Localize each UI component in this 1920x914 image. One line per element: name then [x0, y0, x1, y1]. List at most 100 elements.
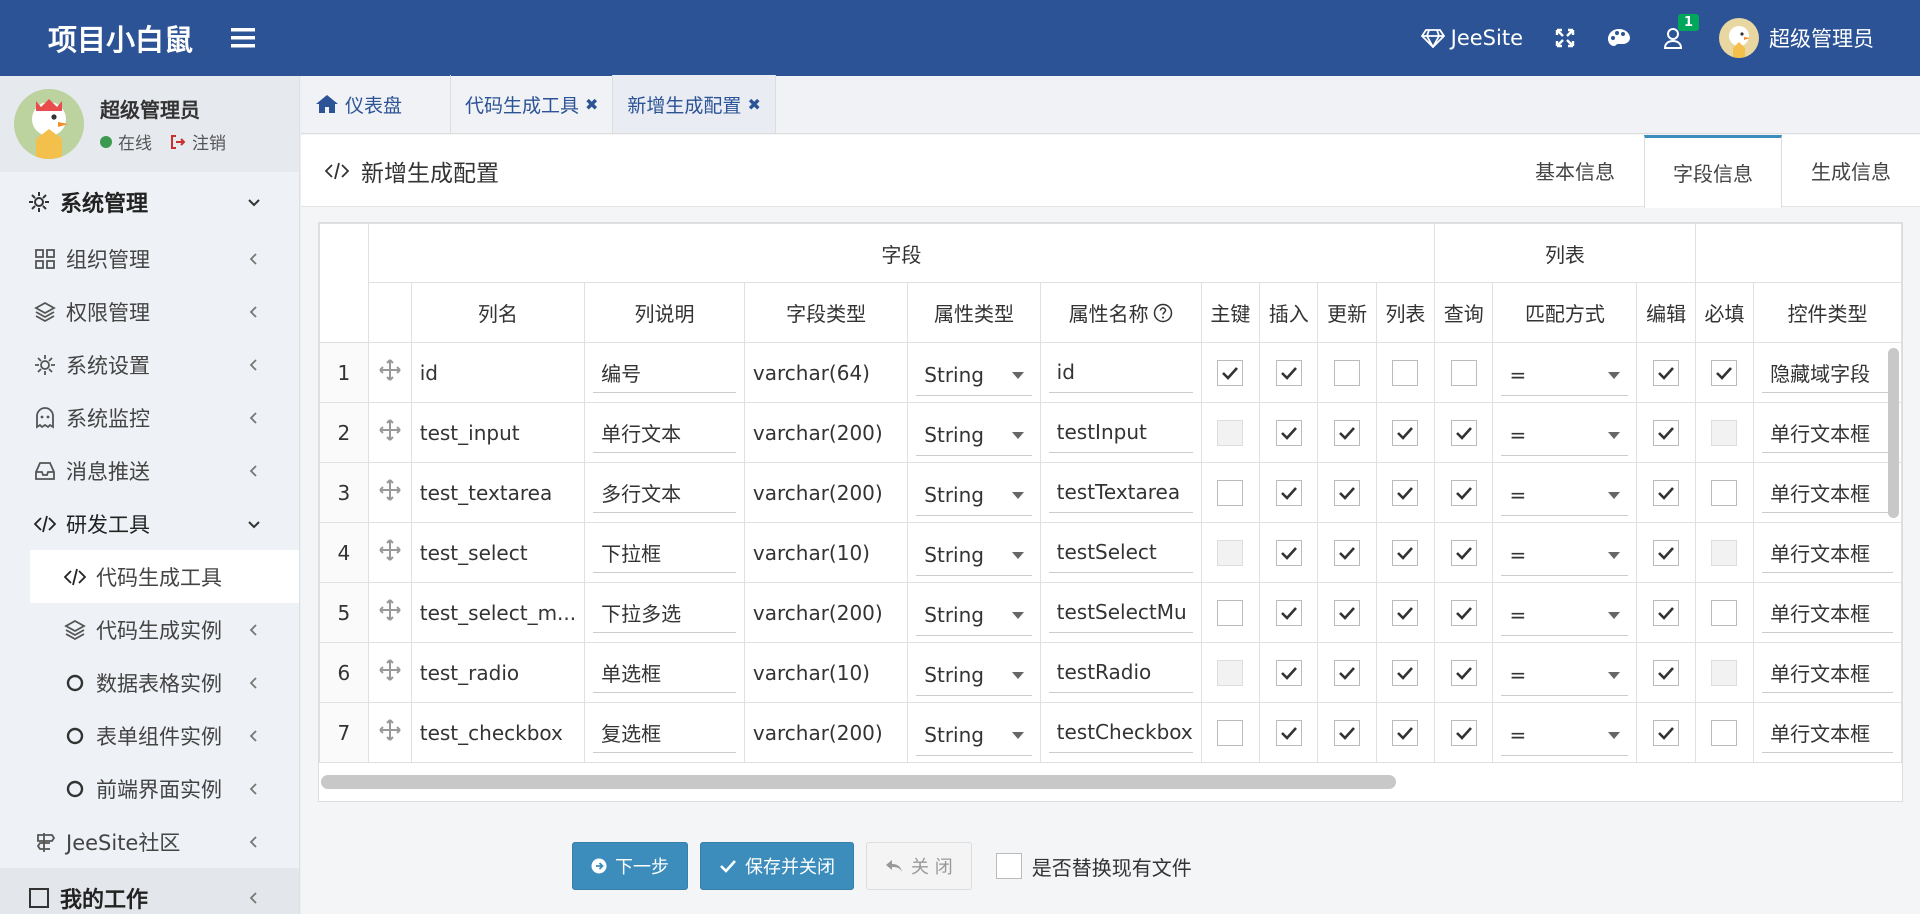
required-checkbox[interactable]: [1711, 479, 1738, 506]
table-row[interactable]: 4 test_select 下拉框 varchar(10) String testSele…: [319, 522, 1902, 583]
sidebar-item-table-example[interactable]: 数据表格实例: [0, 656, 299, 709]
attr-name-input[interactable]: testRadio: [1048, 653, 1193, 693]
match-select[interactable]: =: [1501, 656, 1629, 696]
edit-checkbox[interactable]: [1653, 599, 1680, 626]
update-checkbox[interactable]: [1334, 359, 1361, 386]
comment-input[interactable]: 下拉多选: [593, 593, 736, 633]
update-checkbox[interactable]: [1334, 599, 1361, 626]
pk-checkbox[interactable]: [1217, 659, 1244, 686]
comment-input[interactable]: 多行文本: [593, 473, 736, 513]
pk-checkbox[interactable]: [1217, 539, 1244, 566]
table-row[interactable]: 6 test_radio 单选框 varchar(10) String testRadio…: [319, 642, 1902, 703]
column-header[interactable]: 主键: [1200, 282, 1261, 343]
pk-checkbox[interactable]: [1217, 479, 1244, 506]
table-row[interactable]: 2 test_input 单行文本 varchar(200) String testInp…: [319, 402, 1902, 463]
close-button[interactable]: 关 闭: [866, 842, 972, 890]
column-header[interactable]: 字段类型: [743, 282, 909, 343]
update-checkbox[interactable]: [1334, 539, 1361, 566]
attr-type-select[interactable]: String: [916, 356, 1032, 396]
column-header[interactable]: 属性类型: [907, 282, 1041, 343]
update-checkbox[interactable]: [1334, 479, 1361, 506]
required-checkbox[interactable]: [1711, 539, 1738, 566]
attr-type-select[interactable]: String: [916, 416, 1032, 456]
insert-checkbox[interactable]: [1275, 539, 1302, 566]
sidebar-item-permission[interactable]: 权限管理: [0, 285, 299, 338]
attr-name-input[interactable]: testInput: [1048, 413, 1193, 453]
column-header[interactable]: 属性名称: [1039, 282, 1202, 343]
column-header[interactable]: 查询: [1434, 282, 1494, 343]
drag-handle[interactable]: [367, 402, 412, 463]
column-header[interactable]: 列表: [1375, 282, 1436, 343]
edit-checkbox[interactable]: [1653, 419, 1680, 446]
update-checkbox[interactable]: [1334, 719, 1361, 746]
sidebar-item-settings[interactable]: 系统设置: [0, 338, 299, 391]
sidebar-item-org[interactable]: 组织管理: [0, 232, 299, 285]
comment-input[interactable]: 下拉框: [593, 533, 736, 573]
required-checkbox[interactable]: [1711, 419, 1738, 446]
control-type-select[interactable]: 单行文本框: [1762, 533, 1893, 573]
comment-input[interactable]: 单行文本: [593, 413, 736, 453]
column-header[interactable]: 更新: [1317, 282, 1377, 343]
checkbox-box[interactable]: [995, 853, 1022, 879]
required-checkbox[interactable]: [1711, 599, 1738, 626]
insert-checkbox[interactable]: [1275, 719, 1302, 746]
table-row[interactable]: 5 test_select_m... 下拉多选 varchar(200) String t…: [319, 582, 1902, 643]
edit-checkbox[interactable]: [1653, 539, 1680, 566]
pk-checkbox[interactable]: [1217, 719, 1244, 746]
tab-field-info[interactable]: 字段信息: [1644, 134, 1782, 208]
drag-handle[interactable]: [367, 702, 412, 763]
column-header[interactable]: 编辑: [1636, 282, 1696, 343]
sidebar-item-frontend-example[interactable]: 前端界面实例: [0, 762, 299, 815]
column-header[interactable]: 插入: [1259, 282, 1319, 343]
query-checkbox[interactable]: [1450, 359, 1477, 386]
list-checkbox[interactable]: [1392, 599, 1419, 626]
attr-name-input[interactable]: testSelectMu: [1048, 593, 1193, 633]
sidebar-item-devtools[interactable]: 研发工具: [0, 497, 299, 550]
next-step-button[interactable]: 下一步: [572, 842, 688, 890]
column-header[interactable]: 列名: [410, 282, 586, 343]
attr-type-select[interactable]: String: [916, 656, 1032, 696]
attr-name-input[interactable]: testTextarea: [1048, 473, 1193, 513]
match-select[interactable]: =: [1501, 416, 1629, 456]
required-checkbox[interactable]: [1711, 359, 1738, 386]
match-select[interactable]: =: [1501, 596, 1629, 636]
list-checkbox[interactable]: [1392, 539, 1419, 566]
list-checkbox[interactable]: [1392, 419, 1419, 446]
tab-dashboard[interactable]: 仪表盘: [301, 75, 451, 133]
jeesite-link[interactable]: JeeSite: [1405, 0, 1539, 76]
insert-checkbox[interactable]: [1275, 599, 1302, 626]
control-type-select[interactable]: 单行文本框: [1762, 473, 1893, 513]
control-type-select[interactable]: 单行文本框: [1762, 413, 1893, 453]
comment-input[interactable]: 编号: [593, 353, 736, 393]
table-row[interactable]: 7 test_checkbox 复选框 varchar(200) String testC…: [319, 702, 1902, 763]
horizontal-scrollbar[interactable]: [321, 775, 1396, 789]
sidebar-item-codegen-example[interactable]: 代码生成实例: [0, 603, 299, 656]
tab-new-config[interactable]: 新增生成配置 ✖: [613, 75, 776, 133]
column-header[interactable]: 控件类型: [1753, 282, 1902, 343]
match-select[interactable]: =: [1501, 536, 1629, 576]
sidebar-item-monitor[interactable]: 系统监控: [0, 391, 299, 444]
query-checkbox[interactable]: [1450, 419, 1477, 446]
sidebar-item-community[interactable]: JeeSite社区: [0, 815, 299, 868]
update-checkbox[interactable]: [1334, 419, 1361, 446]
fullscreen-button[interactable]: [1539, 0, 1591, 76]
close-icon[interactable]: ✖: [585, 95, 598, 114]
match-select[interactable]: =: [1501, 716, 1629, 756]
pk-checkbox[interactable]: [1217, 359, 1244, 386]
comment-input[interactable]: 复选框: [593, 713, 736, 753]
drag-handle[interactable]: [367, 342, 412, 403]
tab-basic-info[interactable]: 基本信息: [1506, 135, 1644, 207]
attr-type-select[interactable]: String: [916, 596, 1032, 636]
attr-name-input[interactable]: id: [1048, 353, 1193, 393]
query-checkbox[interactable]: [1450, 599, 1477, 626]
drag-handle[interactable]: [367, 522, 412, 583]
control-type-select[interactable]: 单行文本框: [1762, 593, 1893, 633]
user-menu[interactable]: 超级管理员: [1703, 0, 1890, 76]
control-type-select[interactable]: 隐藏域字段: [1762, 353, 1893, 393]
edit-checkbox[interactable]: [1653, 659, 1680, 686]
drag-handle[interactable]: [367, 582, 412, 643]
attr-name-input[interactable]: testCheckbox: [1048, 713, 1193, 753]
attr-type-select[interactable]: String: [916, 476, 1032, 516]
theme-button[interactable]: [1591, 0, 1647, 76]
save-close-button[interactable]: 保存并关闭: [700, 842, 854, 890]
